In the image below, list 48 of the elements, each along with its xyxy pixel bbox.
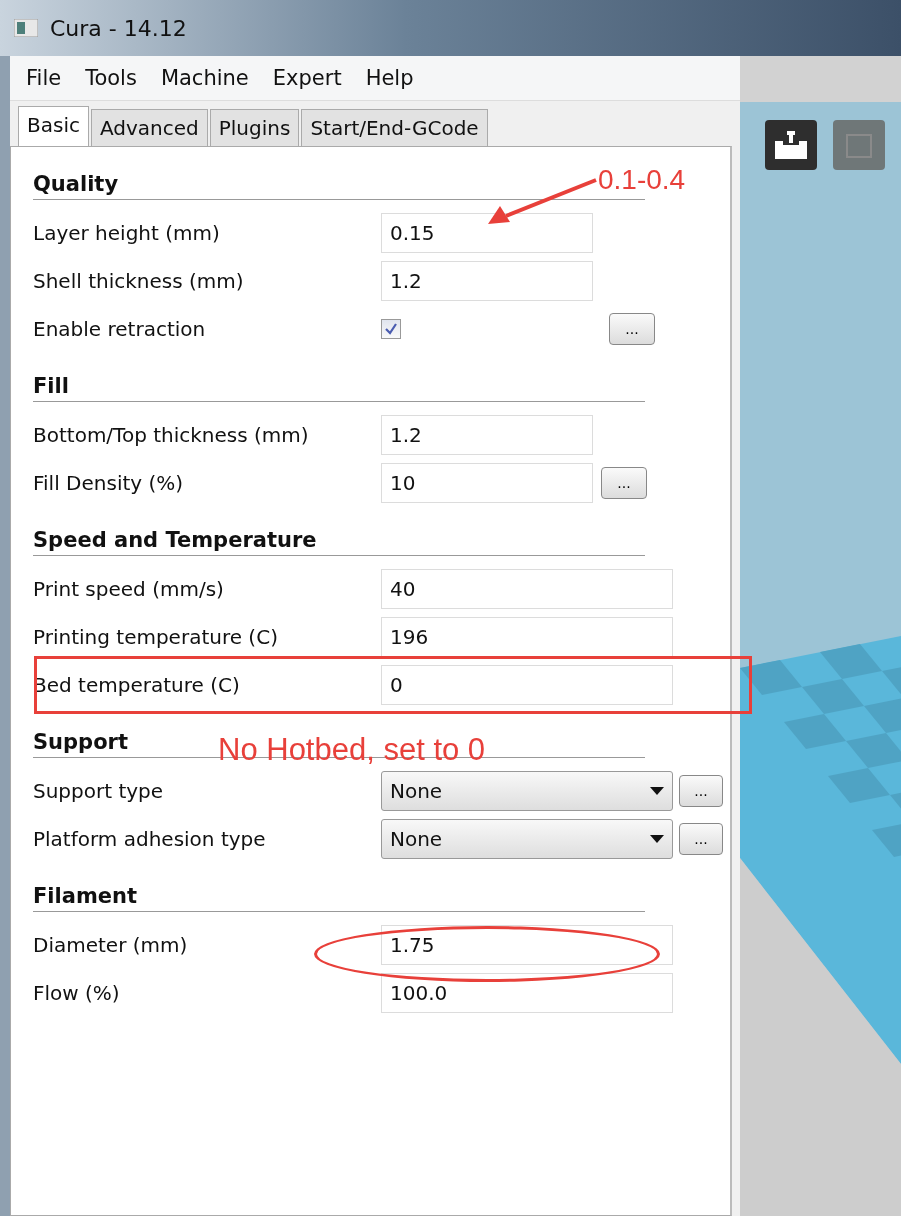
input-field[interactable]: 196 xyxy=(381,617,673,657)
input-field[interactable]: 0 xyxy=(381,665,673,705)
field-label: Diameter (mm) xyxy=(33,933,189,957)
dropdown[interactable]: None xyxy=(381,819,673,859)
input-field[interactable]: 1.2 xyxy=(381,415,593,455)
app-icon xyxy=(14,19,38,37)
field-label: Bottom/Top thickness (mm) xyxy=(33,423,310,447)
checkbox[interactable] xyxy=(381,319,401,339)
annotation-text: No Hotbed, set to 0 xyxy=(218,732,486,768)
menu-item[interactable]: Tools xyxy=(85,64,137,92)
menu-item[interactable]: File xyxy=(26,64,62,92)
tab[interactable]: Advanced xyxy=(90,109,208,146)
dropdown[interactable]: None xyxy=(381,771,673,811)
input-field[interactable]: 40 xyxy=(381,569,673,609)
window-title: Cura - 14.12 xyxy=(50,15,187,41)
input-field[interactable]: 1.75 xyxy=(381,925,673,965)
caret-icon xyxy=(650,835,664,843)
caret-icon xyxy=(650,787,664,795)
input-field[interactable]: 100.0 xyxy=(381,973,673,1013)
field-label: Support type xyxy=(33,779,165,803)
menu-item[interactable]: Expert xyxy=(272,64,342,92)
field-label: Fill Density (%) xyxy=(33,471,185,495)
menu-item[interactable]: Machine xyxy=(160,64,249,92)
field-label: Layer height (mm) xyxy=(33,221,221,245)
field-label: Enable retraction xyxy=(33,317,207,341)
input-field[interactable]: 1.2 xyxy=(381,261,593,301)
field-label: Flow (%) xyxy=(33,981,121,1005)
field-label: Printing temperature (C) xyxy=(33,625,279,649)
field-label: Shell thickness (mm) xyxy=(33,269,245,293)
options-button[interactable]: ... xyxy=(601,467,647,499)
options-button[interactable]: ... xyxy=(679,775,723,807)
tab[interactable]: Start/End-GCode xyxy=(301,109,488,146)
tab[interactable]: Basic xyxy=(18,106,89,147)
section-heading: Quality xyxy=(33,171,119,198)
annotation-text: 0.1-0.4 xyxy=(598,164,686,196)
load-icon[interactable] xyxy=(765,120,817,170)
section-heading: Speed and Temperature xyxy=(33,527,317,554)
field-label: Platform adhesion type xyxy=(33,827,267,851)
section-heading: Filament xyxy=(33,883,138,910)
section-heading: Support xyxy=(33,729,128,756)
tab[interactable]: Plugins xyxy=(209,109,300,146)
options-button[interactable]: ... xyxy=(609,313,655,345)
options-button[interactable]: ... xyxy=(679,823,723,855)
field-label: Print speed (mm/s) xyxy=(33,577,225,601)
input-field[interactable]: 10 xyxy=(381,463,593,503)
menu-item[interactable]: Help xyxy=(365,64,414,92)
input-field[interactable]: 0.15 xyxy=(381,213,593,253)
section-heading: Fill xyxy=(33,373,69,400)
